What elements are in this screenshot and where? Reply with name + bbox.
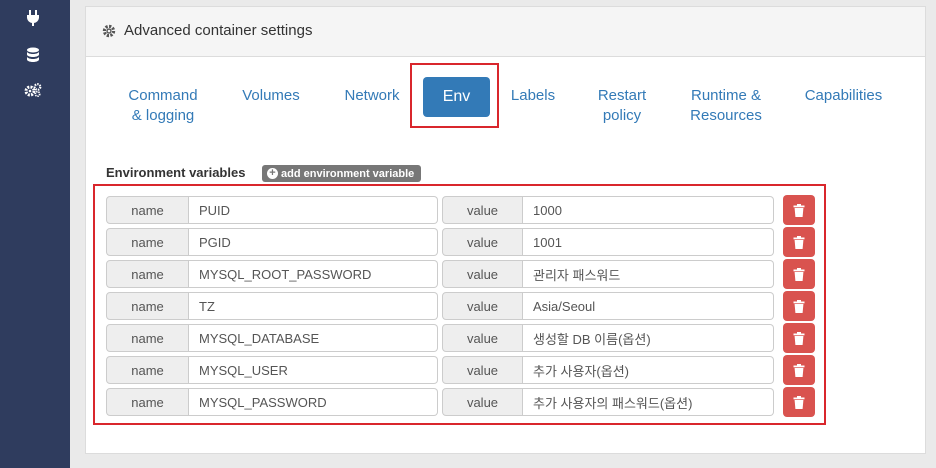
env-value-field[interactable]: Asia/Seoul [523, 292, 774, 320]
env-name-field[interactable]: TZ [189, 292, 438, 320]
delete-env-button[interactable] [783, 227, 815, 257]
value-addon: value [442, 196, 523, 224]
name-addon: name [106, 356, 189, 384]
trash-icon [793, 395, 805, 409]
tab-restart-policy[interactable]: Restart policy [586, 86, 658, 126]
value-addon: value [442, 228, 523, 256]
trash-icon [793, 267, 805, 281]
tab-network[interactable]: Network [336, 86, 408, 106]
env-name-field[interactable]: MYSQL_DATABASE [189, 324, 438, 352]
panel-title: Advanced container settings [124, 22, 313, 39]
trash-icon [793, 203, 805, 217]
delete-env-button[interactable] [783, 387, 815, 417]
env-name-field[interactable]: MYSQL_PASSWORD [189, 388, 438, 416]
env-value-field[interactable]: 1001 [523, 228, 774, 256]
value-addon: value [442, 356, 523, 384]
environment-variables-heading: Environment variables [106, 165, 246, 180]
env-value-field[interactable]: 관리자 패스워드 [523, 260, 774, 288]
tab-volumes[interactable]: Volumes [232, 86, 310, 106]
value-addon: value [442, 260, 523, 288]
name-addon: name [106, 260, 189, 288]
gear-icon [102, 24, 116, 38]
tab-labels[interactable]: Labels [505, 86, 561, 106]
database-icon[interactable] [22, 44, 44, 66]
trash-icon [793, 299, 805, 313]
add-button-label: add environment variable [281, 167, 415, 180]
env-row: name PGID value 1001 [106, 227, 816, 257]
env-row: name MYSQL_USER value 추가 사용자(옵션) [106, 355, 816, 385]
delete-env-button[interactable] [783, 291, 815, 321]
delete-env-button[interactable] [783, 259, 815, 289]
name-addon: name [106, 292, 189, 320]
env-value-field[interactable]: 추가 사용자(옵션) [523, 356, 774, 384]
name-addon: name [106, 324, 189, 352]
env-name-field[interactable]: MYSQL_ROOT_PASSWORD [189, 260, 438, 288]
add-environment-variable-button[interactable]: + add environment variable [262, 165, 422, 182]
cogs-icon[interactable] [22, 79, 44, 101]
env-row: name MYSQL_DATABASE value 생성할 DB 이름(옵션) [106, 323, 816, 353]
tab-command-logging[interactable]: Command & logging [116, 86, 210, 126]
env-row: name MYSQL_ROOT_PASSWORD value 관리자 패스워드 [106, 259, 816, 289]
env-value-field[interactable]: 1000 [523, 196, 774, 224]
trash-icon [793, 363, 805, 377]
panel-header: Advanced container settings [86, 7, 925, 57]
name-addon: name [106, 196, 189, 224]
value-addon: value [442, 292, 523, 320]
delete-env-button[interactable] [783, 323, 815, 353]
env-value-field[interactable]: 추가 사용자의 패스워드(옵션) [523, 388, 774, 416]
trash-icon [793, 235, 805, 249]
env-name-field[interactable]: MYSQL_USER [189, 356, 438, 384]
env-row: name TZ value Asia/Seoul [106, 291, 816, 321]
delete-env-button[interactable] [783, 355, 815, 385]
plug-icon[interactable] [22, 7, 44, 29]
tab-capabilities[interactable]: Capabilities [795, 86, 892, 106]
env-row: name PUID value 1000 [106, 195, 816, 225]
env-name-field[interactable]: PUID [189, 196, 438, 224]
value-addon: value [442, 388, 523, 416]
env-row: name MYSQL_PASSWORD value 추가 사용자의 패스워드(옵션) [106, 387, 816, 417]
plus-circle-icon: + [267, 168, 278, 179]
trash-icon [793, 331, 805, 345]
tab-runtime-resources[interactable]: Runtime & Resources [679, 86, 773, 126]
sidebar [0, 0, 70, 468]
tab-env[interactable]: Env [423, 77, 490, 117]
value-addon: value [442, 324, 523, 352]
env-name-field[interactable]: PGID [189, 228, 438, 256]
name-addon: name [106, 228, 189, 256]
delete-env-button[interactable] [783, 195, 815, 225]
env-value-field[interactable]: 생성할 DB 이름(옵션) [523, 324, 774, 352]
name-addon: name [106, 388, 189, 416]
